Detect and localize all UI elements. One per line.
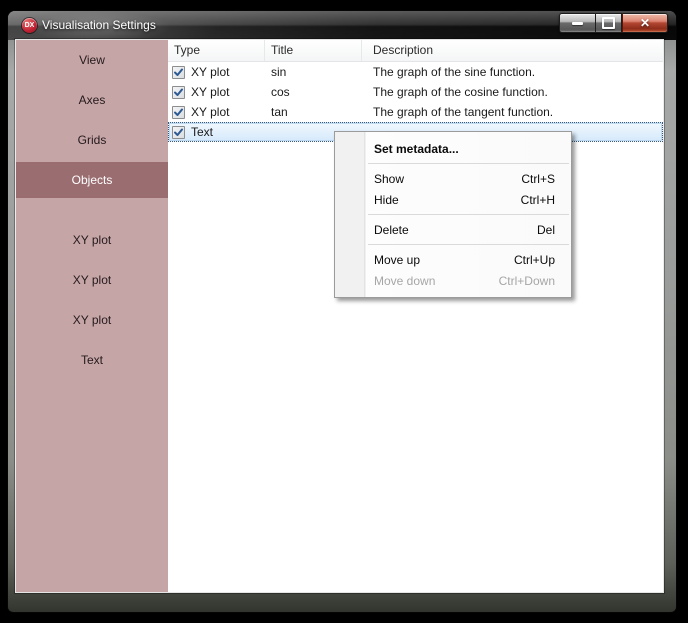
cell-title: sin bbox=[265, 65, 362, 79]
menu-item-move-up[interactable]: Move up Ctrl+Up bbox=[335, 249, 571, 270]
row-checkbox[interactable] bbox=[172, 86, 185, 99]
row-checkbox[interactable] bbox=[172, 106, 185, 119]
cell-type-label: XY plot bbox=[191, 65, 229, 79]
row-checkbox[interactable] bbox=[172, 126, 185, 139]
minimize-button[interactable] bbox=[559, 13, 595, 33]
client-area: View Axes Grids Objects XY plot XY plot … bbox=[16, 40, 663, 592]
menu-item-shortcut: Ctrl+S bbox=[521, 172, 555, 186]
menu-item-shortcut: Del bbox=[537, 223, 555, 237]
window: DX Visualisation Settings ✕ View Axes Gr… bbox=[8, 11, 676, 612]
sidebar-item-label: XY plot bbox=[73, 233, 111, 247]
sidebar-item-label: View bbox=[79, 53, 105, 67]
menu-item-move-down: Move down Ctrl+Down bbox=[335, 270, 571, 291]
table-panel: Type Title Description XY plot sin The g… bbox=[168, 40, 663, 592]
titlebar[interactable]: DX Visualisation Settings ✕ bbox=[8, 11, 676, 40]
menu-item-shortcut: Ctrl+H bbox=[521, 193, 555, 207]
sidebar-item-grids[interactable]: Grids bbox=[16, 120, 168, 160]
caption-buttons: ✕ bbox=[559, 13, 668, 33]
sidebar-item-label: Objects bbox=[72, 173, 113, 187]
cell-description: The graph of the sine function. bbox=[362, 65, 662, 79]
menu-item-label: Hide bbox=[374, 193, 521, 207]
app-icon-text: DX bbox=[25, 22, 35, 29]
menu-separator bbox=[368, 244, 569, 245]
table-row[interactable]: XY plot sin The graph of the sine functi… bbox=[168, 62, 663, 82]
menu-item-delete[interactable]: Delete Del bbox=[335, 219, 571, 240]
menu-item-hide[interactable]: Hide Ctrl+H bbox=[335, 189, 571, 210]
menu-item-shortcut: Ctrl+Up bbox=[514, 253, 555, 267]
check-icon bbox=[173, 67, 184, 78]
cell-description: The graph of the cosine function. bbox=[362, 85, 662, 99]
cell-type: XY plot bbox=[169, 85, 265, 99]
menu-item-label: Set metadata... bbox=[374, 142, 555, 156]
sidebar-item-label: XY plot bbox=[73, 273, 111, 287]
check-icon bbox=[173, 107, 184, 118]
table-row[interactable]: XY plot cos The graph of the cosine func… bbox=[168, 82, 663, 102]
check-icon bbox=[173, 87, 184, 98]
menu-separator bbox=[368, 214, 569, 215]
cell-description: The graph of the tangent function. bbox=[362, 105, 662, 119]
close-button[interactable]: ✕ bbox=[622, 13, 668, 33]
close-icon: ✕ bbox=[640, 16, 650, 30]
cell-type-label: XY plot bbox=[191, 105, 229, 119]
cell-type: Text bbox=[169, 125, 265, 139]
menu-item-label: Move down bbox=[374, 274, 499, 288]
menu-item-show[interactable]: Show Ctrl+S bbox=[335, 168, 571, 189]
window-title: Visualisation Settings bbox=[42, 11, 156, 40]
table-header: Type Title Description bbox=[168, 40, 663, 62]
desktop-background: DX Visualisation Settings ✕ View Axes Gr… bbox=[0, 0, 688, 623]
sidebar-item-objects[interactable]: Objects bbox=[16, 162, 168, 198]
table-row[interactable]: XY plot tan The graph of the tangent fun… bbox=[168, 102, 663, 122]
context-menu: Set metadata... Show Ctrl+S Hide Ctrl+H … bbox=[334, 131, 572, 298]
sidebar-subitem-text[interactable]: Text bbox=[16, 340, 168, 380]
row-checkbox[interactable] bbox=[172, 66, 185, 79]
cell-type-label: XY plot bbox=[191, 85, 229, 99]
app-icon: DX bbox=[22, 18, 37, 33]
cell-type-label: Text bbox=[191, 125, 213, 139]
column-header-title[interactable]: Title bbox=[265, 40, 362, 61]
menu-item-label: Delete bbox=[374, 223, 537, 237]
menu-item-shortcut: Ctrl+Down bbox=[499, 274, 555, 288]
sidebar-item-label: XY plot bbox=[73, 313, 111, 327]
cell-type: XY plot bbox=[169, 105, 265, 119]
sidebar-subitem-xy-plot[interactable]: XY plot bbox=[16, 300, 168, 340]
maximize-icon bbox=[602, 17, 615, 29]
cell-title: cos bbox=[265, 85, 362, 99]
sidebar-item-label: Axes bbox=[79, 93, 106, 107]
check-icon bbox=[173, 127, 184, 138]
maximize-button[interactable] bbox=[595, 13, 622, 33]
sidebar-subitem-xy-plot[interactable]: XY plot bbox=[16, 220, 168, 260]
menu-separator bbox=[368, 163, 569, 164]
sidebar-item-view[interactable]: View bbox=[16, 40, 168, 80]
sidebar: View Axes Grids Objects XY plot XY plot … bbox=[16, 40, 168, 592]
cell-type: XY plot bbox=[169, 65, 265, 79]
minimize-icon bbox=[572, 22, 583, 25]
menu-item-label: Move up bbox=[374, 253, 514, 267]
screen: { "window": { "title": "Visualisation Se… bbox=[0, 0, 688, 623]
menu-item-set-metadata[interactable]: Set metadata... bbox=[335, 138, 571, 159]
sidebar-spacer bbox=[16, 200, 168, 220]
cell-title: tan bbox=[265, 105, 362, 119]
column-header-type[interactable]: Type bbox=[168, 40, 265, 61]
column-header-description[interactable]: Description bbox=[362, 40, 663, 61]
sidebar-item-label: Text bbox=[81, 353, 103, 367]
sidebar-item-label: Grids bbox=[78, 133, 107, 147]
sidebar-subitem-xy-plot[interactable]: XY plot bbox=[16, 260, 168, 300]
menu-item-label: Show bbox=[374, 172, 521, 186]
sidebar-item-axes[interactable]: Axes bbox=[16, 80, 168, 120]
table-body: XY plot sin The graph of the sine functi… bbox=[168, 62, 663, 142]
